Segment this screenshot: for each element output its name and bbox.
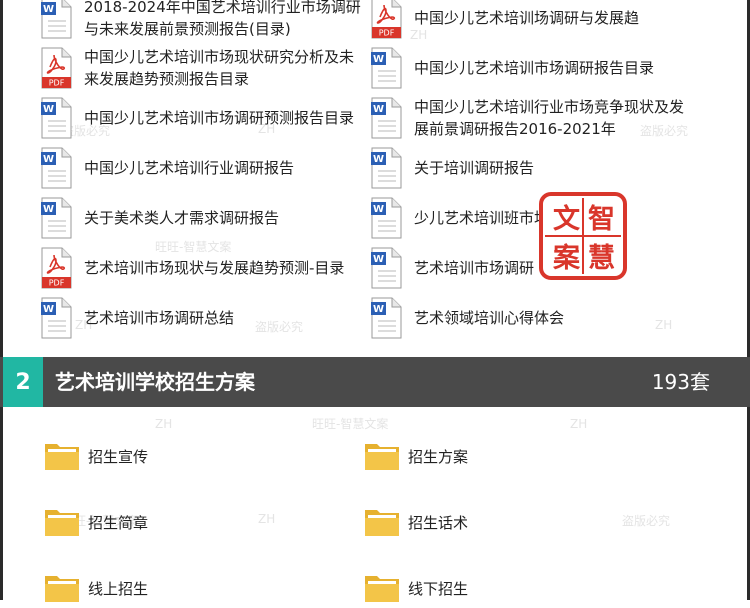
document-title: 艺术领域培训心得体会 [414, 309, 565, 327]
watermark: ZH [570, 417, 588, 431]
watermark: 旺旺-智慧文案 [312, 417, 389, 431]
document-title: 中国少儿艺术培训场调研与发展趋 [414, 9, 640, 27]
list-item[interactable]: W 关于培训调研报告 [370, 143, 694, 193]
list-item[interactable]: PDF 中国少儿艺术培训场调研与发展趋 [370, 0, 694, 43]
document-list: W 2018-2024年中国艺术培训行业市场调研与未来发展前景预测报告(目录) … [0, 0, 750, 345]
folder-item[interactable]: 招生话术 [364, 502, 468, 542]
list-item[interactable]: W 少儿艺术培训班市场调查表 [370, 193, 694, 243]
list-item[interactable]: W 中国少儿艺术培训行业调研报告 [40, 143, 364, 193]
word-doc-icon: W [371, 197, 402, 239]
word-doc-icon: W [41, 97, 72, 139]
word-doc-icon: W [371, 147, 402, 189]
document-title: 中国少儿艺术培训市场调研报告目录 [414, 59, 655, 77]
svg-text:W: W [373, 204, 384, 215]
word-doc-icon: W [41, 297, 72, 339]
word-doc-icon: W [41, 147, 72, 189]
list-item[interactable]: W 2018-2024年中国艺术培训行业市场调研与未来发展前景预测报告(目录) [40, 0, 364, 43]
folder-icon [45, 444, 79, 470]
svg-text:W: W [43, 304, 54, 315]
word-doc-icon: W [371, 297, 402, 339]
svg-text:PDF: PDF [379, 29, 395, 38]
folder-icon [365, 510, 399, 536]
document-title: 艺术培训市场调研总结 [84, 309, 235, 327]
folder-icon [45, 576, 79, 602]
list-item[interactable]: W 中国少儿艺术培训市场调研预测报告目录 [40, 93, 364, 143]
section-title: 艺术培训学校招生方案 [55, 370, 255, 394]
document-title: 中国少儿艺术培训行业市场竞争现状及发展前景调研报告2016-2021年 [414, 98, 685, 138]
document-title: 艺术培训市场现状与发展趋势预测-目录 [84, 259, 345, 277]
list-item[interactable]: W 艺术培训市场调研总结 [40, 293, 364, 343]
svg-text:文: 文 [553, 203, 581, 235]
word-doc-icon: W [371, 47, 402, 89]
list-item[interactable]: W 艺术培训市场调研 [370, 243, 694, 293]
document-title: 中国少儿艺术培训市场调研预测报告目录 [84, 109, 355, 127]
document-title: 2018-2024年中国艺术培训行业市场调研与未来发展前景预测报告(目录) [84, 0, 361, 38]
svg-text:W: W [373, 154, 384, 165]
folder-item[interactable]: 招生简章 [44, 502, 148, 542]
list-item[interactable]: W 中国少儿艺术培训行业市场竞争现状及发展前景调研报告2016-2021年 [370, 93, 694, 143]
list-item[interactable]: W 中国少儿艺术培训市场调研报告目录 [370, 43, 694, 93]
pdf-icon: PDF [41, 47, 72, 89]
svg-text:案: 案 [552, 242, 581, 274]
folder-label: 线下招生 [408, 579, 469, 598]
folder-label: 线上招生 [88, 579, 149, 598]
pdf-icon: PDF [371, 0, 402, 39]
folder-item[interactable]: 线下招生 [364, 568, 468, 608]
svg-text:慧: 慧 [588, 243, 615, 274]
list-item[interactable]: PDF 艺术培训市场现状与发展趋势预测-目录 [40, 243, 364, 293]
section-header: 2 艺术培训学校招生方案 193套 [0, 357, 750, 407]
document-title: 关于美术类人才需求调研报告 [84, 209, 280, 227]
seal-stamp: 文 智 案 慧 [539, 192, 627, 280]
folder-label: 招生话术 [408, 513, 469, 532]
folder-icon [365, 576, 399, 602]
folder-label: 招生方案 [408, 447, 469, 466]
svg-text:W: W [43, 204, 54, 215]
section-number: 2 [3, 357, 43, 407]
document-title: 关于培训调研报告 [414, 159, 535, 177]
svg-text:W: W [373, 254, 384, 265]
svg-text:PDF: PDF [49, 279, 65, 288]
folder-item[interactable]: 招生宣传 [44, 436, 148, 476]
list-item[interactable]: W 艺术领域培训心得体会 [370, 293, 694, 343]
svg-text:W: W [373, 104, 384, 115]
folder-icon [365, 444, 399, 470]
svg-text:W: W [43, 154, 54, 165]
svg-text:W: W [43, 4, 54, 15]
word-doc-icon: W [371, 247, 402, 289]
svg-text:W: W [373, 54, 384, 65]
folder-icon [45, 510, 79, 536]
watermark: ZH [258, 512, 276, 526]
pdf-icon: PDF [41, 247, 72, 289]
folder-item[interactable]: 招生方案 [364, 436, 468, 476]
svg-text:W: W [373, 304, 384, 315]
word-doc-icon: W [41, 197, 72, 239]
section-count: 193套 [651, 370, 710, 394]
folder-label: 招生宣传 [88, 447, 149, 466]
svg-text:W: W [43, 104, 54, 115]
document-title: 中国少儿艺术培训市场现状研究分析及未来发展趋势预测报告目录 [84, 48, 355, 88]
word-doc-icon: W [371, 97, 402, 139]
svg-text:PDF: PDF [49, 79, 65, 88]
list-item[interactable]: PDF 中国少儿艺术培训市场现状研究分析及未来发展趋势预测报告目录 [40, 43, 364, 93]
list-item[interactable]: W 关于美术类人才需求调研报告 [40, 193, 364, 243]
folder-label: 招生简章 [88, 513, 149, 532]
watermark: ZH [155, 417, 173, 431]
document-title: 中国少儿艺术培训行业调研报告 [84, 159, 295, 177]
watermark: 盗版必究 [622, 514, 671, 528]
svg-text:智: 智 [588, 204, 615, 235]
folder-item[interactable]: 线上招生 [44, 568, 148, 608]
word-doc-icon: W [41, 0, 72, 39]
